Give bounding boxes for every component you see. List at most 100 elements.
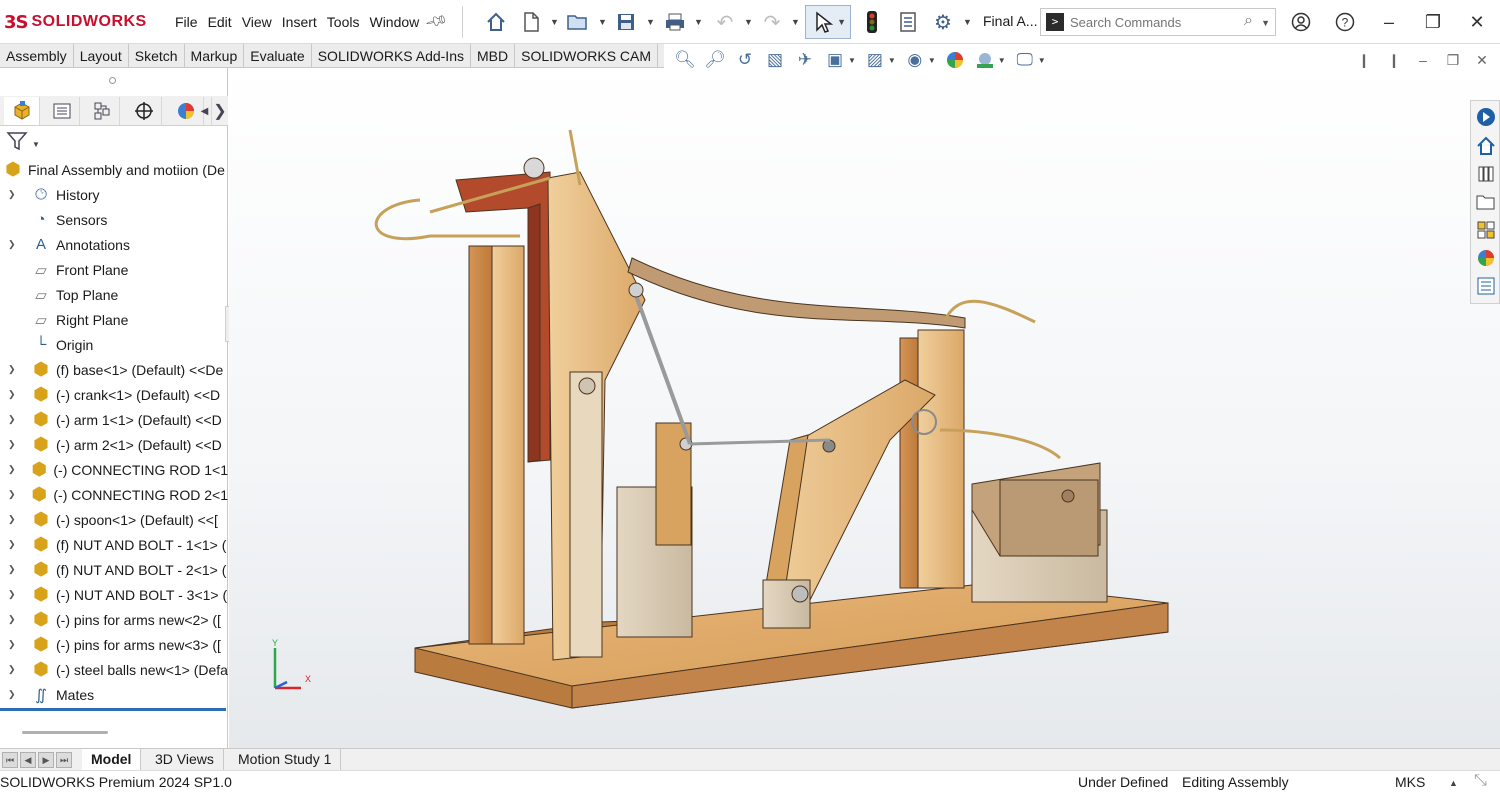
expand-chevron-icon[interactable]: ❯	[8, 189, 18, 200]
tab-cam[interactable]: SOLIDWORKS CAM	[515, 44, 659, 68]
undo-dropdown-chevron-icon[interactable]: ▼	[744, 17, 753, 27]
unit-system-button[interactable]: MKS	[1395, 774, 1425, 790]
viewport-minimize-icon[interactable]: –	[1412, 50, 1434, 70]
filter-dropdown-chevron-icon[interactable]: ▼	[32, 140, 40, 149]
first-tab-icon[interactable]: ⏮	[2, 752, 18, 768]
file-explorer-icon[interactable]	[1474, 190, 1498, 214]
assembly-model-render[interactable]	[229, 68, 1469, 748]
tree-item[interactable]: ❯ ⬢ (-) pins for arms new<2> ([	[0, 607, 228, 632]
restore-window-icon[interactable]: ❐	[1418, 8, 1448, 36]
search-icon[interactable]: ⌕	[1244, 12, 1253, 30]
scene-chevron-icon[interactable]: ▼	[998, 56, 1006, 65]
panel-grip-icon[interactable]	[109, 77, 116, 84]
tab-addins[interactable]: SOLIDWORKS Add-Ins	[312, 44, 471, 68]
menu-insert[interactable]: Insert	[277, 14, 322, 30]
tree-item[interactable]: ❯ ⬢ (-) CONNECTING ROD 2<1	[0, 482, 228, 507]
solidworks-resources-icon[interactable]	[1474, 105, 1498, 129]
tree-item[interactable]: ❯ ∬ Mates	[0, 682, 228, 707]
unit-system-chevron-icon[interactable]: ▲	[1449, 778, 1458, 788]
tab-model[interactable]: Model	[82, 749, 142, 770]
expand-chevron-icon[interactable]: ❯	[8, 614, 18, 625]
select-dropdown-chevron-icon[interactable]: ▼	[837, 17, 846, 27]
expand-chevron-icon[interactable]: ❯	[8, 489, 17, 500]
tab-layout[interactable]: Layout	[74, 44, 129, 68]
view-palette-icon[interactable]	[1474, 218, 1498, 242]
tab-evaluate[interactable]: Evaluate	[244, 44, 312, 68]
file-properties-icon[interactable]	[893, 7, 923, 37]
previous-tab-icon[interactable]: ◀	[20, 752, 36, 768]
custom-properties-icon[interactable]	[1474, 274, 1498, 298]
expand-chevron-icon[interactable]: ❯	[8, 589, 18, 600]
save-dropdown-chevron-icon[interactable]: ▼	[646, 17, 655, 27]
expand-chevron-icon[interactable]: ❯	[8, 664, 18, 675]
tab-mbd[interactable]: MBD	[471, 44, 516, 68]
expand-chevron-icon[interactable]: ❯	[8, 414, 18, 425]
tree-item[interactable]: ❯ ⬢ (-) steel balls new<1> (Defa	[0, 657, 228, 682]
resize-grip-icon[interactable]: ⤡	[1474, 772, 1487, 790]
expand-chevron-icon[interactable]: ❯	[8, 389, 18, 400]
redo-icon[interactable]: ↷	[757, 7, 787, 37]
tree-item[interactable]: ❯ ⬢ (f) NUT AND BOLT - 1<1> (	[0, 532, 228, 557]
open-folder-icon[interactable]	[563, 7, 593, 37]
tree-item[interactable]: ❯ ⬢ (-) crank<1> (Default) <<D	[0, 382, 228, 407]
solidworks-logo[interactable]: 3S SOLIDWORKS	[4, 8, 147, 36]
tree-item[interactable]: ❯ ⬢ (-) pins for arms new<3> ([	[0, 632, 228, 657]
graphics-area[interactable]: Y X	[229, 68, 1500, 748]
expand-chevron-icon[interactable]: ❯	[8, 514, 18, 525]
expand-chevron-icon[interactable]: ❯	[8, 464, 17, 475]
redo-dropdown-chevron-icon[interactable]: ▼	[791, 17, 800, 27]
menu-view[interactable]: View	[237, 14, 277, 30]
next-tab-icon[interactable]: ▶	[38, 752, 54, 768]
search-dropdown-chevron-icon[interactable]: ▼	[1261, 18, 1270, 28]
save-icon[interactable]	[611, 7, 641, 37]
options-dropdown-chevron-icon[interactable]: ▼	[963, 17, 972, 27]
tree-item[interactable]: ▱ Front Plane	[0, 257, 228, 282]
expand-chevron-icon[interactable]: ❯	[8, 564, 18, 575]
display-style-chevron-icon[interactable]: ▼	[888, 56, 896, 65]
tab-markup[interactable]: Markup	[185, 44, 245, 68]
expand-chevron-icon[interactable]: ❯	[8, 239, 18, 250]
tree-item[interactable]: ❯ 🕑︎ History	[0, 182, 228, 207]
viewport-close-icon[interactable]: ✕	[1471, 50, 1493, 70]
hide-show-chevron-icon[interactable]: ▼	[928, 56, 936, 65]
home-pane-icon[interactable]	[1474, 134, 1498, 158]
menu-window[interactable]: Window	[364, 14, 424, 30]
select-button[interactable]: ▼	[805, 5, 851, 39]
tree-item[interactable]: ▱ Top Plane	[0, 282, 228, 307]
property-manager-tab-icon[interactable]	[44, 97, 80, 125]
expand-chevron-icon[interactable]: ❯	[8, 539, 18, 550]
home-icon[interactable]	[481, 7, 511, 37]
expand-chevron-icon[interactable]: ❯	[8, 689, 18, 700]
menu-tools[interactable]: Tools	[322, 14, 365, 30]
tree-item[interactable]: ▱ Right Plane	[0, 307, 228, 332]
tree-item[interactable]: └ Origin	[0, 332, 228, 357]
dimxpert-tab-icon[interactable]	[126, 97, 162, 125]
tree-item[interactable]: ❯ ⬢ (-) arm 2<1> (Default) <<D	[0, 432, 228, 457]
viewport-restore-icon[interactable]: ❐	[1442, 50, 1464, 70]
design-library-icon[interactable]	[1474, 162, 1498, 186]
tree-item[interactable]: ❯ ⬢ (-) spoon<1> (Default) <<[	[0, 507, 228, 532]
options-gear-icon[interactable]: ⚙︎	[928, 7, 958, 37]
view-orientation-chevron-icon[interactable]: ▼	[848, 56, 856, 65]
tabs-scroll-right-icon[interactable]: ❯	[212, 97, 228, 125]
tree-item[interactable]: ❯ ⬢ (-) CONNECTING ROD 1<1	[0, 457, 228, 482]
print-dropdown-chevron-icon[interactable]: ▼	[694, 17, 703, 27]
tree-horizontal-scrollbar[interactable]	[22, 731, 108, 734]
tree-item[interactable]: ❯ ⬢ (-) arm 1<1> (Default) <<D	[0, 407, 228, 432]
tree-item[interactable]: ❯ A Annotations	[0, 232, 228, 257]
help-icon[interactable]: ?	[1330, 8, 1360, 36]
tree-item[interactable]: ❯ ⬢ (-) NUT AND BOLT - 3<1> (	[0, 582, 228, 607]
search-commands-input[interactable]	[1070, 12, 1240, 32]
tree-item[interactable]: ◔ Sensors	[0, 207, 228, 232]
expand-chevron-icon[interactable]: ❯	[8, 364, 18, 375]
feature-manager-tab-icon[interactable]	[4, 97, 40, 125]
search-commands-box[interactable]: > ⌕ ▼	[1040, 8, 1276, 36]
pin-menu-icon[interactable]: 📌︎	[424, 8, 449, 33]
tab-motion-study-1[interactable]: Motion Study 1	[229, 749, 342, 770]
tree-root-assembly[interactable]: ⬢ Final Assembly and motiion (De	[0, 157, 228, 182]
account-user-icon[interactable]	[1286, 8, 1316, 36]
tree-filter-icon[interactable]	[6, 130, 28, 158]
view-settings-chevron-icon[interactable]: ▼	[1038, 56, 1046, 65]
tab-3d-views[interactable]: 3D Views	[146, 749, 224, 770]
expand-chevron-icon[interactable]: ❯	[8, 639, 18, 650]
